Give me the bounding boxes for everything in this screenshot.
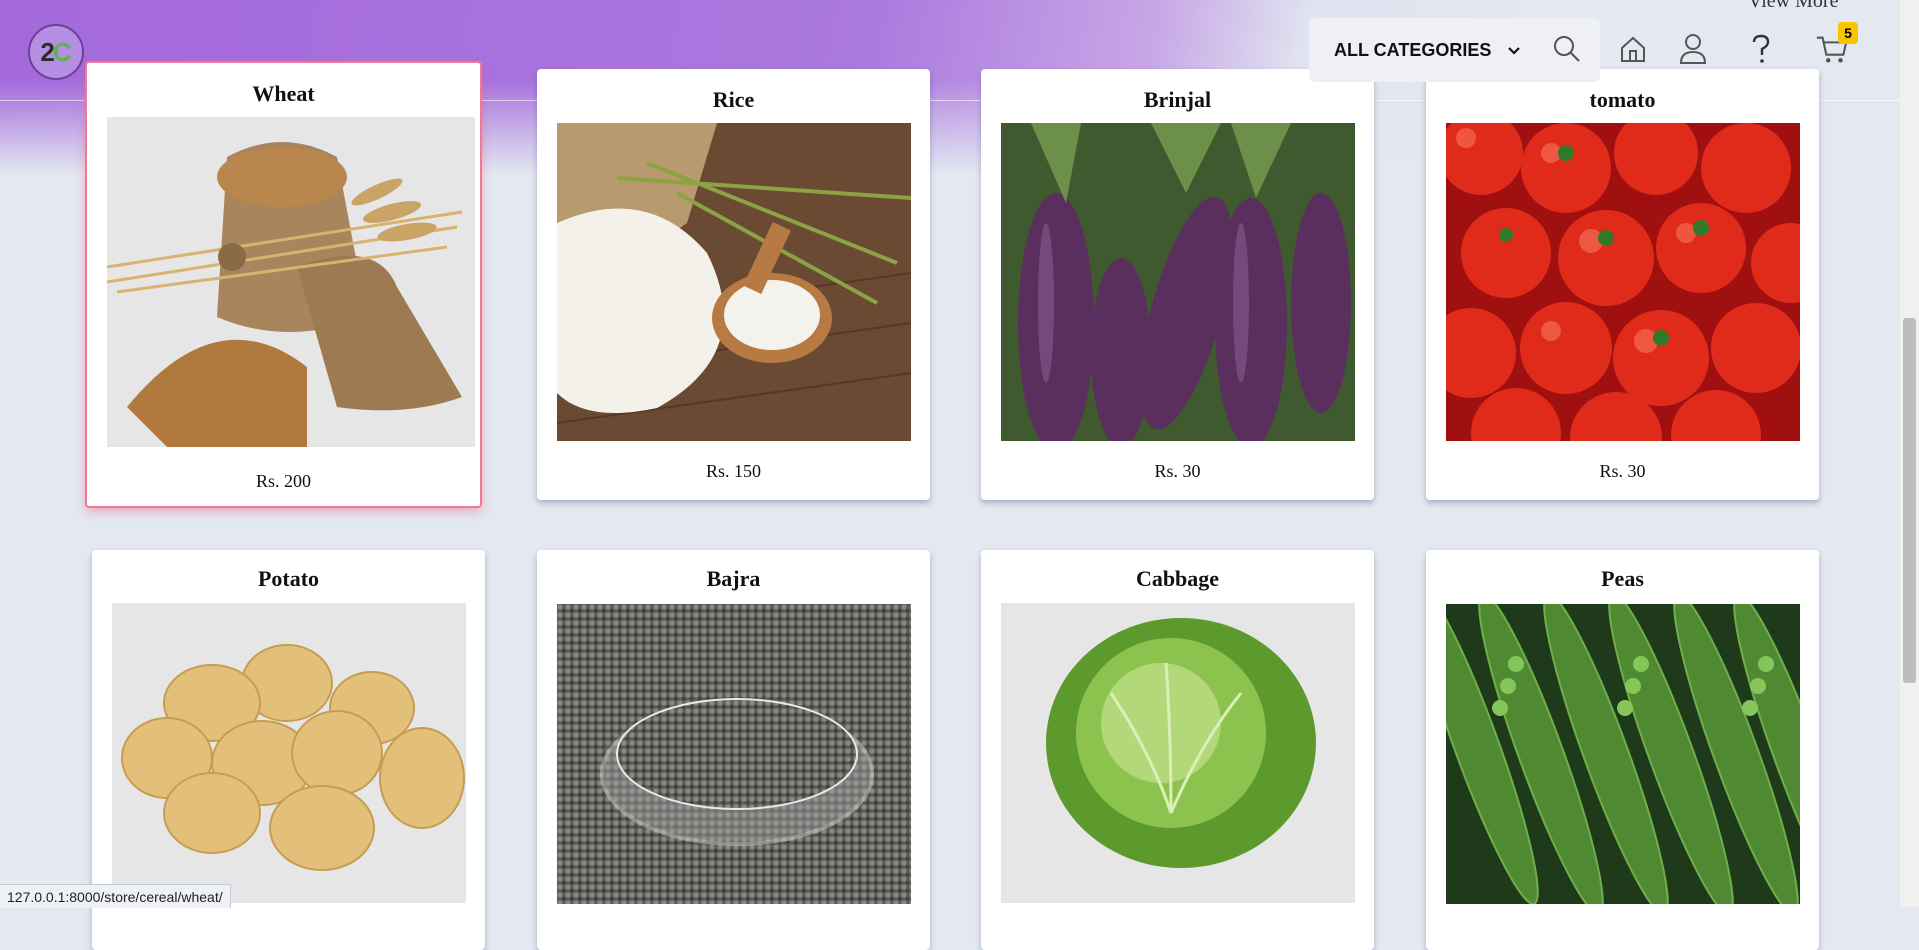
product-card-brinjal[interactable]: Brinjal Rs. 30 bbox=[981, 69, 1374, 500]
product-name: Wheat bbox=[252, 81, 315, 106]
product-image-tomato bbox=[1446, 123, 1800, 441]
product-name: Brinjal bbox=[1143, 87, 1212, 112]
product-price: Rs. 30 bbox=[1154, 461, 1201, 481]
logo-letter: C bbox=[52, 36, 72, 67]
home-icon[interactable] bbox=[1616, 32, 1650, 66]
product-image-wheat bbox=[107, 117, 475, 447]
user-icon[interactable] bbox=[1676, 32, 1710, 66]
product-image-potato bbox=[112, 603, 466, 903]
product-name: Peas bbox=[1601, 566, 1644, 591]
product-card-peas[interactable]: Peas bbox=[1426, 550, 1819, 950]
product-card-wheat[interactable]: Wheat Rs. 200 bbox=[85, 61, 482, 508]
product-card-rice[interactable]: Rice Rs. 150 bbox=[537, 69, 930, 500]
category-dropdown[interactable]: ALL CATEGORIES bbox=[1334, 40, 1521, 61]
cart-count-badge: 5 bbox=[1838, 22, 1858, 44]
product-price: Rs. 30 bbox=[1599, 461, 1646, 481]
site-logo[interactable]: 2C bbox=[28, 24, 84, 80]
category-label: ALL CATEGORIES bbox=[1334, 40, 1492, 60]
product-name: Rice bbox=[712, 87, 755, 112]
product-price: Rs. 200 bbox=[255, 471, 311, 491]
view-more-link[interactable]: View More bbox=[1748, 0, 1838, 13]
product-image-brinjal bbox=[1001, 123, 1355, 441]
product-card-cabbage[interactable]: Cabbage bbox=[981, 550, 1374, 950]
product-image-cabbage bbox=[1001, 603, 1355, 903]
product-image-rice bbox=[557, 123, 911, 441]
search-icon[interactable] bbox=[1550, 32, 1584, 66]
product-name: tomato bbox=[1589, 87, 1656, 112]
product-image-bajra bbox=[557, 604, 911, 904]
help-icon[interactable] bbox=[1744, 32, 1778, 66]
product-image-peas bbox=[1446, 604, 1800, 904]
scrollbar-thumb[interactable] bbox=[1903, 318, 1916, 683]
product-name: Potato bbox=[257, 566, 320, 591]
status-url: 127.0.0.1:8000/store/cereal/wheat/ bbox=[0, 884, 231, 908]
product-card-tomato[interactable]: tomato Rs. 30 bbox=[1426, 69, 1819, 500]
product-price: Rs. 150 bbox=[705, 461, 761, 481]
product-name: Bajra bbox=[706, 566, 761, 591]
product-card-bajra[interactable]: Bajra bbox=[537, 550, 930, 950]
chevron-down-icon bbox=[1507, 46, 1521, 56]
product-name: Cabbage bbox=[1135, 566, 1220, 591]
